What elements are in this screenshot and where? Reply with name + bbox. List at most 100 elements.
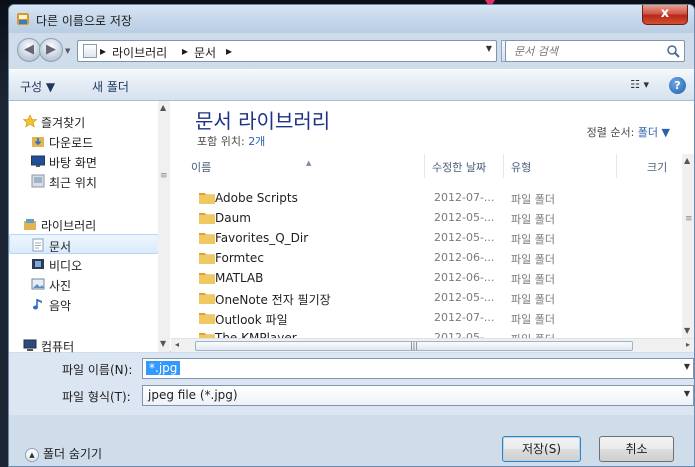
scroll-down-arrow-icon[interactable]: ▼ — [684, 326, 690, 335]
breadcrumb-documents[interactable]: 문서 — [194, 44, 216, 61]
breadcrumb-libraries[interactable]: 라이브러리 — [112, 44, 167, 61]
save-fields: 파일 이름(N): *.jpg ▼ 파일 형식(T): jpeg file (*… — [9, 353, 694, 415]
help-button[interactable]: ? — [669, 77, 686, 94]
file-list-horizontal-scrollbar[interactable]: ◂ ||| ▸ — [171, 338, 694, 352]
navigation-scrollbar[interactable]: ▲ ≡ ▼ — [158, 101, 170, 352]
video-icon — [31, 257, 45, 271]
breadcrumb-separator-icon[interactable]: ▸ — [100, 44, 106, 58]
search-box[interactable] — [505, 40, 685, 62]
filetype-label: 파일 형식(T): — [62, 390, 131, 404]
filename-field[interactable]: *.jpg ▼ — [142, 358, 694, 379]
sidebar-item-downloads[interactable]: 다운로드 — [9, 131, 159, 151]
breadcrumb-separator-icon[interactable]: ▸ — [226, 44, 232, 58]
back-button[interactable]: ◀ — [17, 38, 41, 62]
address-row: ◀ ▶ ▼ ▸ 라이브러리 ▸ 문서 ▸ ▼ ⇆ — [9, 33, 694, 69]
save-button[interactable]: 저장(S) — [502, 436, 581, 462]
filetype-select[interactable]: jpeg file (*.jpg) ▼ — [142, 385, 694, 406]
picture-icon — [31, 277, 45, 291]
file-name: Outlook 파일 — [215, 313, 288, 327]
file-type: 파일 폴더 — [511, 331, 555, 338]
scroll-grip-icon[interactable]: ≡ — [160, 171, 168, 181]
file-date: 2012-05-... — [434, 231, 495, 244]
sidebar-item-label: 라이브러리 — [41, 219, 97, 233]
sidebar-item-recent-places[interactable]: 최근 위치 — [9, 171, 159, 191]
file-row[interactable]: Outlook 파일 2012-07-... 파일 폴더 — [185, 308, 694, 328]
file-row[interactable]: The KMPlayer 2012-05-... 파일 폴더 — [185, 328, 694, 338]
scroll-right-arrow-icon[interactable]: ▸ — [686, 340, 690, 349]
hide-folders-toggle[interactable]: ▲ 폴더 숨기기 — [25, 445, 102, 462]
scroll-left-arrow-icon[interactable]: ◂ — [175, 340, 179, 349]
scroll-grip-icon[interactable]: ≡ — [685, 214, 693, 224]
app-icon — [17, 13, 29, 25]
dialog-footer: ▲ 폴더 숨기기 저장(S) 취소 — [9, 415, 694, 466]
file-name: Formtec — [215, 251, 264, 265]
sidebar-item-label: 최근 위치 — [49, 176, 97, 190]
file-type: 파일 폴더 — [511, 253, 555, 266]
forward-button[interactable]: ▶ — [39, 38, 63, 62]
sidebar-item-pictures[interactable]: 사진 — [9, 274, 159, 294]
file-name: OneNote 전자 필기장 — [215, 293, 331, 307]
file-row[interactable]: Favorites_Q_Dir 2012-05-... 파일 폴더 — [185, 228, 694, 248]
sidebar-item-label: 사진 — [49, 279, 72, 293]
file-row[interactable]: Formtec 2012-06-... 파일 폴더 — [185, 248, 694, 268]
browser-area: 즐겨찾기 다운로드 바탕 화면 최근 위치 라이브러리 문서 비디오 사진 음악… — [9, 101, 694, 355]
desktop-icon — [31, 154, 45, 168]
hide-folders-label: 폴더 숨기기 — [43, 447, 103, 461]
cancel-button[interactable]: 취소 — [599, 436, 674, 462]
sidebar-item-label: 문서 — [49, 240, 72, 254]
file-row[interactable]: Adobe Scripts 2012-07-... 파일 폴더 — [185, 188, 694, 208]
sidebar-item-libraries[interactable]: 라이브러리 — [9, 214, 159, 234]
collapse-chevron-icon: ▲ — [25, 447, 39, 462]
scroll-down-arrow-icon[interactable]: ▼ — [160, 339, 166, 348]
file-date: 2012-07-... — [434, 311, 495, 324]
sidebar-item-desktop[interactable]: 바탕 화면 — [9, 151, 159, 171]
navigation-pane: 즐겨찾기 다운로드 바탕 화면 최근 위치 라이브러리 문서 비디오 사진 음악… — [9, 101, 170, 355]
breadcrumb-separator-icon[interactable]: ▸ — [182, 44, 188, 58]
sidebar-item-label: 즐겨찾기 — [41, 116, 86, 130]
sidebar-item-music[interactable]: 음악 — [9, 294, 159, 314]
close-button[interactable]: x — [642, 5, 688, 25]
search-input[interactable] — [514, 43, 664, 59]
file-name: MATLAB — [215, 271, 264, 285]
view-options-button[interactable]: ☷ ▾ — [630, 78, 649, 91]
sidebar-item-videos[interactable]: 비디오 — [9, 254, 159, 274]
organize-menu-button[interactable]: 구성 ▼ — [20, 78, 55, 95]
star-icon — [22, 114, 38, 128]
save-as-dialog: 다른 이름으로 저장 x ◀ ▶ ▼ ▸ 라이브러리 ▸ 문서 ▸ ▼ ⇆ 구성… — [8, 4, 695, 467]
title-bar[interactable]: 다른 이름으로 저장 x — [9, 5, 694, 33]
file-row[interactable]: Daum 2012-05-... 파일 폴더 — [185, 208, 694, 228]
file-type: 파일 폴더 — [511, 293, 555, 306]
filetype-dropdown-icon[interactable]: ▼ — [684, 389, 690, 398]
file-row[interactable]: OneNote 전자 필기장 2012-05-... 파일 폴더 — [185, 288, 694, 308]
search-icon[interactable] — [666, 44, 680, 58]
computer-icon — [23, 338, 37, 352]
file-list-pane: 문서 라이브러리 포함 위치: 2개 정렬 순서: 폴더 ▼ 이름 ▲ 수정한 … — [171, 101, 694, 352]
file-name: Daum — [215, 211, 251, 225]
filename-history-dropdown-icon[interactable]: ▼ — [684, 362, 690, 371]
sidebar-item-favorites[interactable]: 즐겨찾기 — [9, 111, 159, 131]
sidebar-item-label: 바탕 화면 — [49, 156, 97, 170]
sidebar-item-computer[interactable]: 컴퓨터 — [9, 335, 159, 355]
file-list: Adobe Scripts 2012-07-... 파일 폴더 Daum 2012-05… — [171, 101, 694, 338]
library-folder-icon — [83, 44, 97, 58]
horizontal-scroll-thumb[interactable]: ||| — [195, 341, 633, 351]
address-bar[interactable]: ▸ 라이브러리 ▸ 문서 ▸ ▼ — [77, 40, 497, 62]
scroll-up-arrow-icon[interactable]: ▲ — [160, 103, 166, 112]
file-type: 파일 폴더 — [511, 313, 555, 326]
folder-icon — [199, 293, 215, 304]
documents-icon — [31, 238, 45, 252]
file-list-vertical-scrollbar[interactable]: ▲ ≡ ▼ — [682, 154, 694, 338]
libraries-icon — [23, 217, 37, 231]
filename-value[interactable]: *.jpg — [146, 361, 181, 375]
command-toolbar: 구성 ▼ 새 폴더 ☷ ▾ ? — [9, 69, 694, 101]
folder-icon — [199, 193, 215, 204]
scroll-up-arrow-icon[interactable]: ▲ — [684, 156, 690, 165]
address-dropdown-icon[interactable]: ▼ — [486, 44, 492, 53]
recent-pages-dropdown-icon[interactable]: ▼ — [65, 47, 70, 55]
recent-places-icon — [31, 174, 45, 188]
file-name: Favorites_Q_Dir — [215, 231, 309, 245]
sidebar-item-documents[interactable]: 문서 — [9, 234, 159, 254]
new-folder-button[interactable]: 새 폴더 — [92, 78, 129, 95]
filename-label: 파일 이름(N): — [62, 363, 133, 377]
file-row[interactable]: MATLAB 2012-06-... 파일 폴더 — [185, 268, 694, 288]
